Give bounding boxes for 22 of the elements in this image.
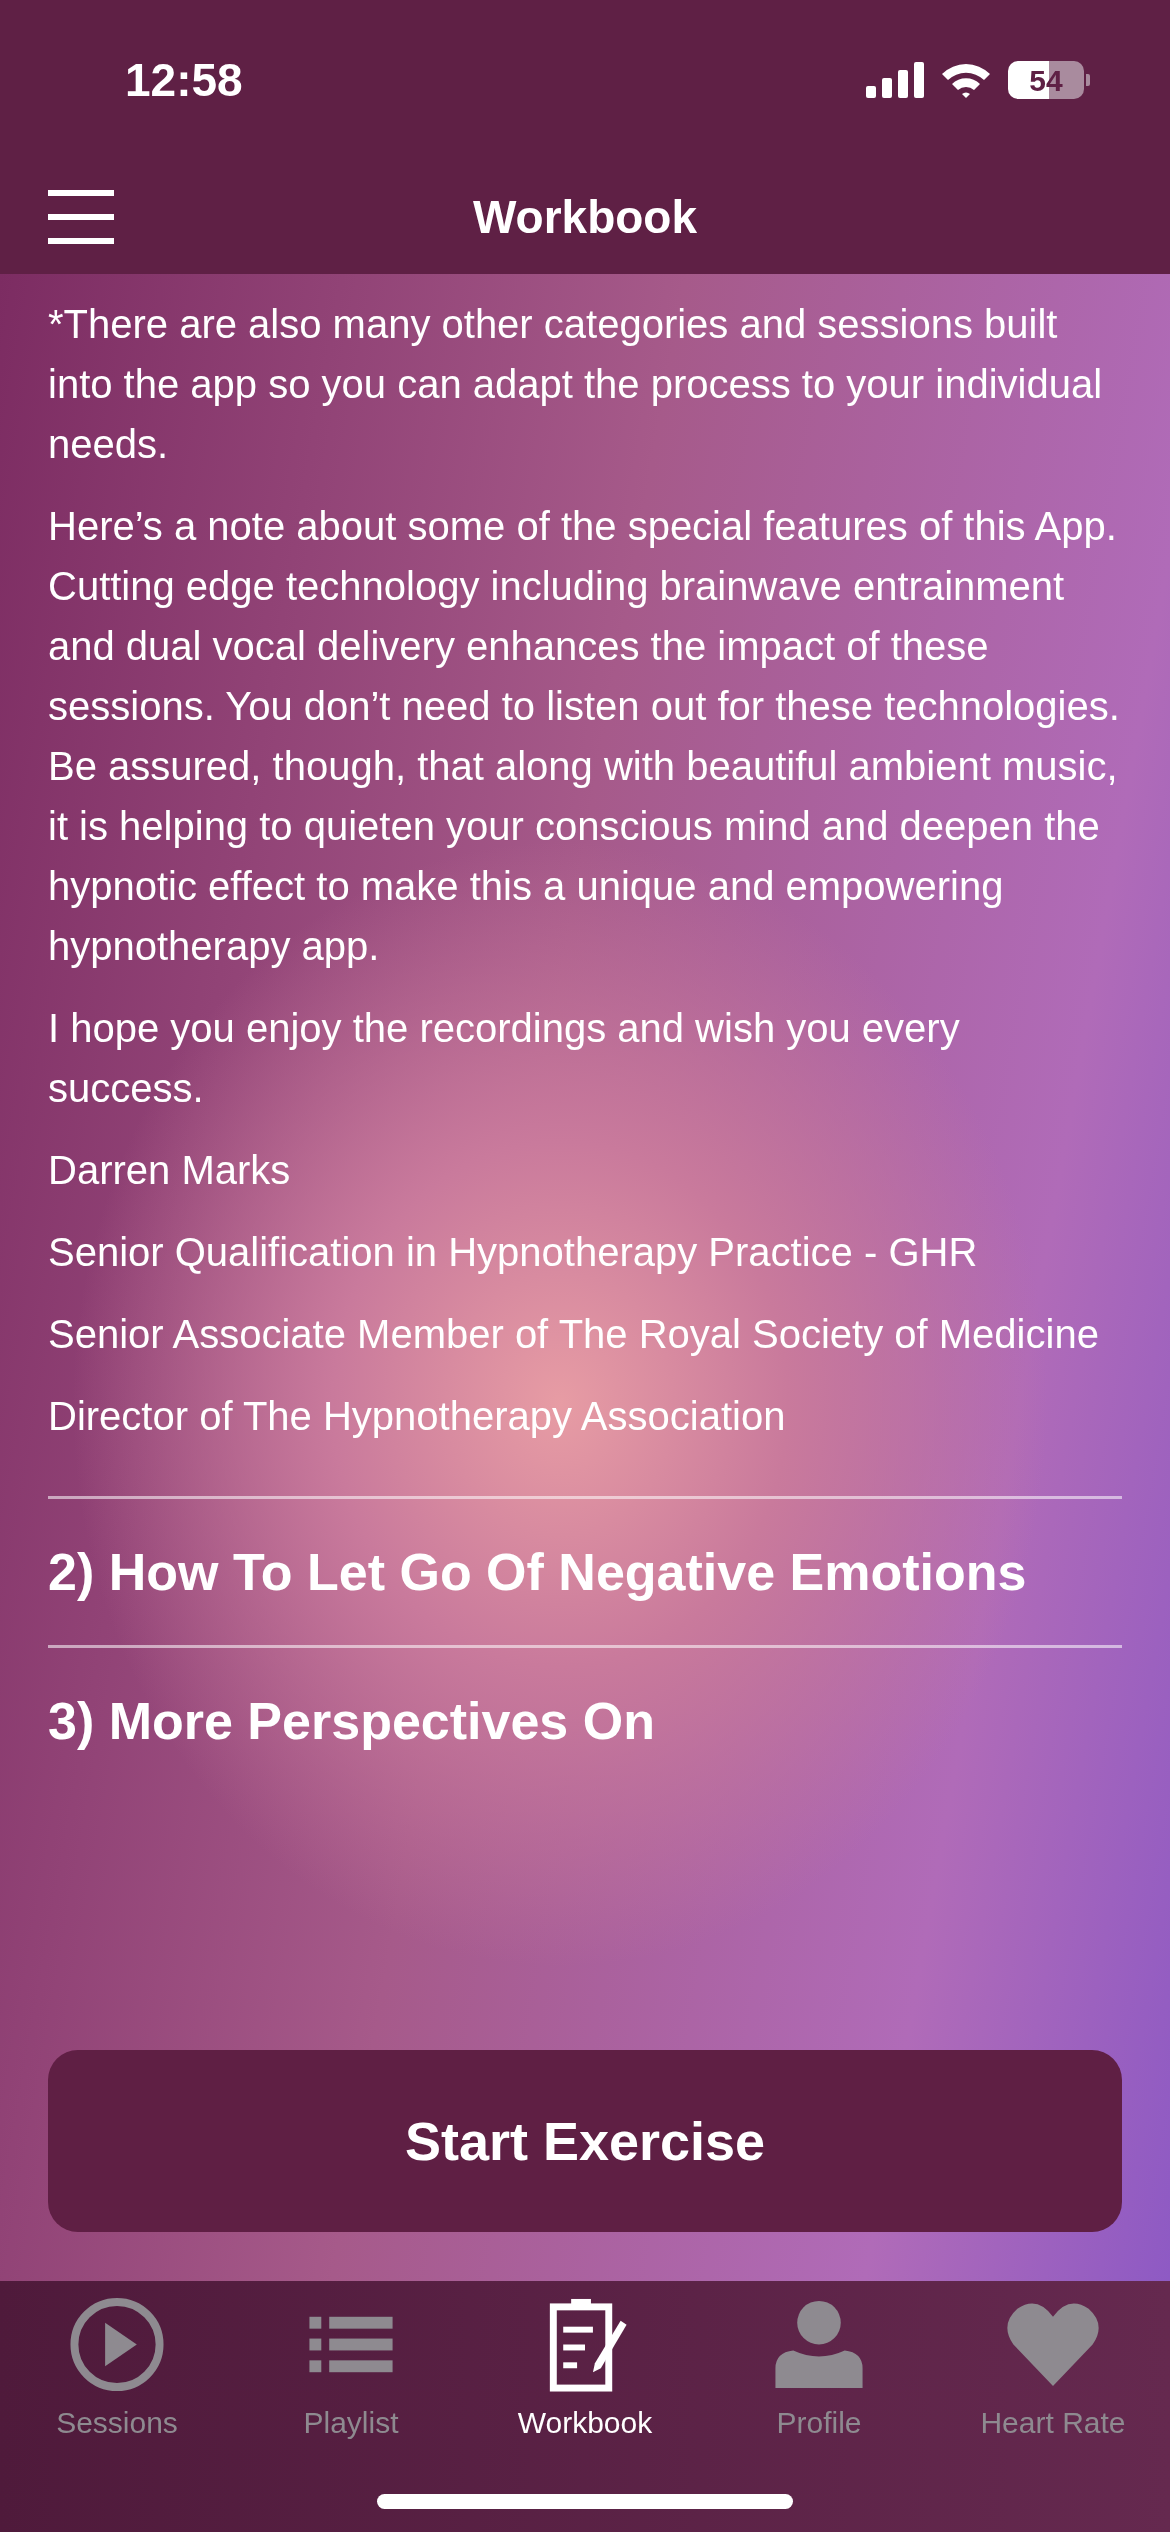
body-paragraph: I hope you enjoy the recordings and wish you every success. bbox=[48, 1005, 961, 1112]
body-paragraph: Senior Qualification in Hypnotherapy Practice - GHR bbox=[48, 1229, 979, 1276]
section-heading[interactable]: 2) How To Let Go Of Negative Emotions bbox=[48, 1496, 1122, 1646]
body-paragraph: Here’s a note about some of the special features of this App. Cutting edge technology including brainwave entrainment and dual vocal delivery enhances the impact of these sessions. You don’t need to listen out for these technologies. Be assured, though, that along with beautiful ambient music, it is helping to quieten your conscious mind and deepen the hypnotic effect to make this a unique and empowering hypnotherapy app. bbox=[48, 503, 1121, 970]
tab-button[interactable]: Sessions bbox=[0, 2295, 234, 2445]
body-paragraph: Senior Associate Member of The Royal Society of Medicine bbox=[48, 1311, 1100, 1358]
tab-button[interactable]: Profile bbox=[702, 2295, 936, 2445]
start-exercise-button[interactable]: Start Exercise bbox=[48, 2050, 1122, 2232]
wifi-icon bbox=[940, 61, 992, 99]
body-paragraph: *There are also many other categories and sessions built into the app so you can adapt the process to your individual needs. bbox=[48, 301, 1104, 468]
menu-icon[interactable] bbox=[48, 190, 114, 244]
tab-button[interactable]: Workbook bbox=[468, 2295, 702, 2445]
status-time: 12:58 bbox=[125, 52, 243, 108]
header-title: Workbook bbox=[472, 189, 698, 245]
signal-icon bbox=[866, 62, 924, 98]
body-paragraph: Director of The Hypnotherapy Association bbox=[48, 1393, 787, 1440]
battery-percent: 54 bbox=[1029, 62, 1063, 99]
tab-button[interactable]: Playlist bbox=[234, 2295, 468, 2445]
body-paragraph: Darren Marks bbox=[48, 1147, 292, 1194]
section-heading[interactable]: 3) More Perspectives On bbox=[48, 1645, 1122, 1795]
tab-button[interactable]: Heart Rate bbox=[936, 2295, 1170, 2445]
play-circle-icon bbox=[67, 2295, 167, 2394]
